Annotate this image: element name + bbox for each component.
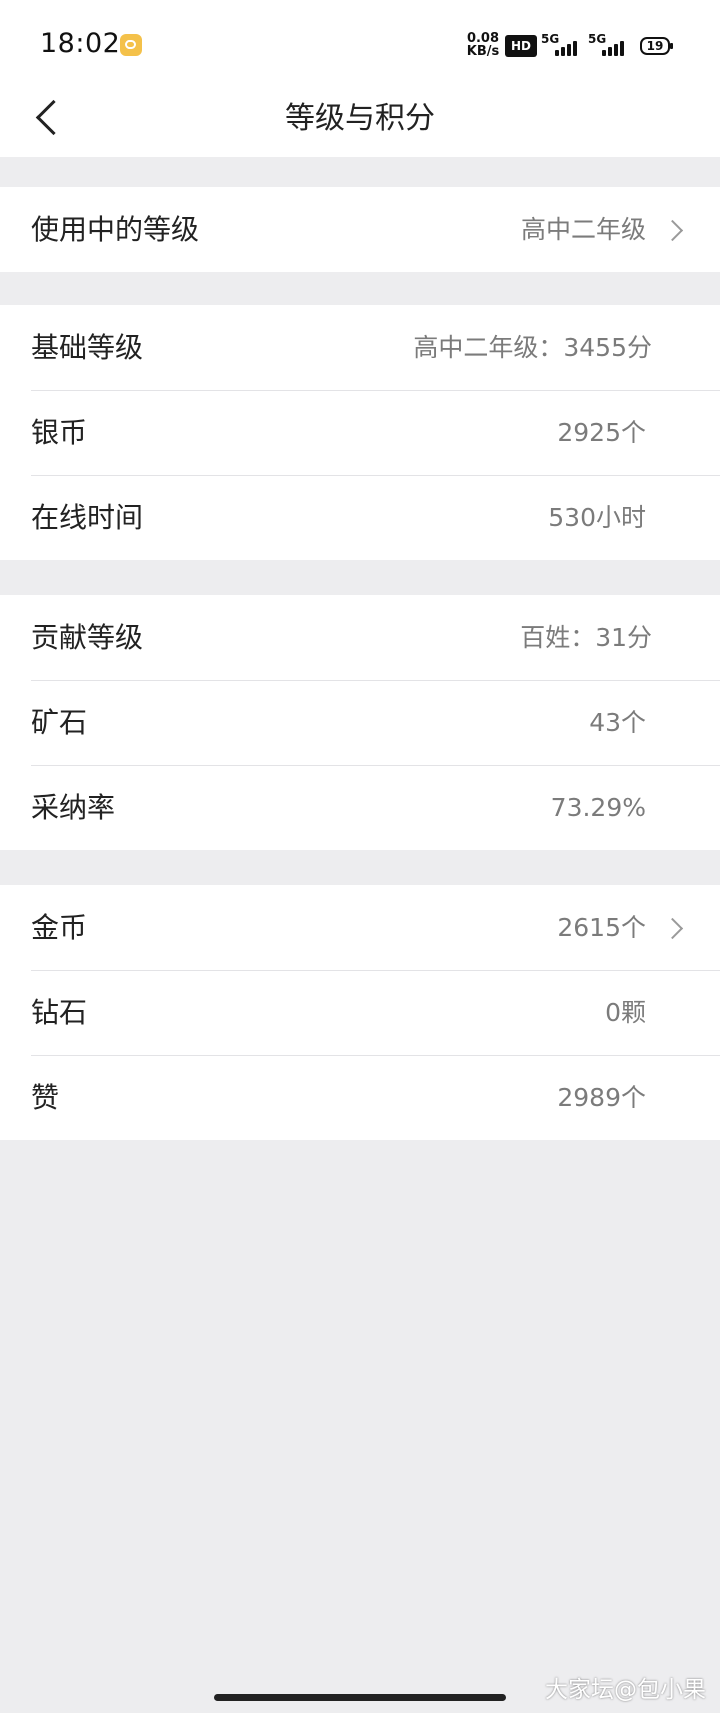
online-time-label: 在线时间	[31, 501, 144, 534]
adoption-rate-row: 采纳率 73.29%	[0, 765, 720, 850]
current-level-group: 使用中的等级 高中二年级	[0, 187, 720, 272]
ore-row: 矿石 43个	[0, 680, 720, 765]
basic-level-value: 高中二年级：3455分	[413, 333, 652, 362]
current-level-value: 高中二年级	[520, 215, 646, 244]
diamond-label: 钻石	[31, 996, 88, 1029]
sim1-signal-icon	[555, 38, 577, 56]
back-arrow-icon[interactable]	[28, 92, 78, 142]
watermark: 大家坛@包小果	[545, 1677, 706, 1703]
diamond-row: 钻石 0颗	[0, 970, 720, 1055]
network-speed: 0.08 KB/s	[463, 32, 503, 58]
chat-notification-icon	[120, 34, 142, 56]
diamond-value: 0颗	[605, 998, 646, 1027]
network-speed-unit: KB/s	[466, 44, 500, 59]
likes-value: 2989个	[557, 1083, 646, 1112]
clock: 18:02	[40, 28, 121, 59]
navigation-bar: 等级与积分	[0, 80, 720, 157]
home-indicator[interactable]	[214, 1694, 506, 1701]
hd-voice-icon: HD	[505, 35, 537, 57]
contribution-level-group: 贡献等级 百姓：31分 矿石 43个 采纳率 73.29%	[0, 595, 720, 850]
gold-coin-row[interactable]: 金币 2615个	[0, 885, 720, 970]
likes-label: 赞	[31, 1081, 60, 1114]
likes-row: 赞 2989个	[0, 1055, 720, 1140]
sim2-signal-icon	[602, 38, 624, 56]
current-level-label: 使用中的等级	[31, 213, 200, 246]
currency-group: 金币 2615个 钻石 0颗 赞 2989个	[0, 885, 720, 1140]
silver-coin-row: 银币 2925个	[0, 390, 720, 475]
status-bar: 18:02 0.08 KB/s HD 5G 5G 19	[0, 0, 720, 80]
online-time-value: 530小时	[548, 503, 646, 532]
gold-coin-value: 2615个	[557, 913, 646, 942]
contribution-level-label: 贡献等级	[31, 621, 144, 654]
gold-coin-label: 金币	[31, 911, 88, 944]
contribution-level-value: 百姓：31分	[520, 623, 652, 652]
current-level-row[interactable]: 使用中的等级 高中二年级	[0, 187, 720, 272]
ore-value: 43个	[589, 708, 646, 737]
page-title: 等级与积分	[285, 101, 435, 136]
adoption-rate-value: 73.29%	[550, 793, 646, 822]
basic-level-row: 基础等级 高中二年级：3455分	[0, 305, 720, 390]
chevron-right-icon	[661, 917, 684, 940]
ore-label: 矿石	[31, 706, 88, 739]
basic-level-group: 基础等级 高中二年级：3455分 银币 2925个 在线时间 530小时	[0, 305, 720, 560]
online-time-row: 在线时间 530小时	[0, 475, 720, 560]
basic-level-label: 基础等级	[31, 331, 144, 364]
chevron-right-icon	[661, 219, 684, 242]
adoption-rate-label: 采纳率	[31, 791, 116, 824]
silver-coin-value: 2925个	[557, 418, 646, 447]
battery-icon: 19	[640, 37, 673, 55]
silver-coin-label: 银币	[31, 416, 88, 449]
contribution-level-row: 贡献等级 百姓：31分	[0, 595, 720, 680]
